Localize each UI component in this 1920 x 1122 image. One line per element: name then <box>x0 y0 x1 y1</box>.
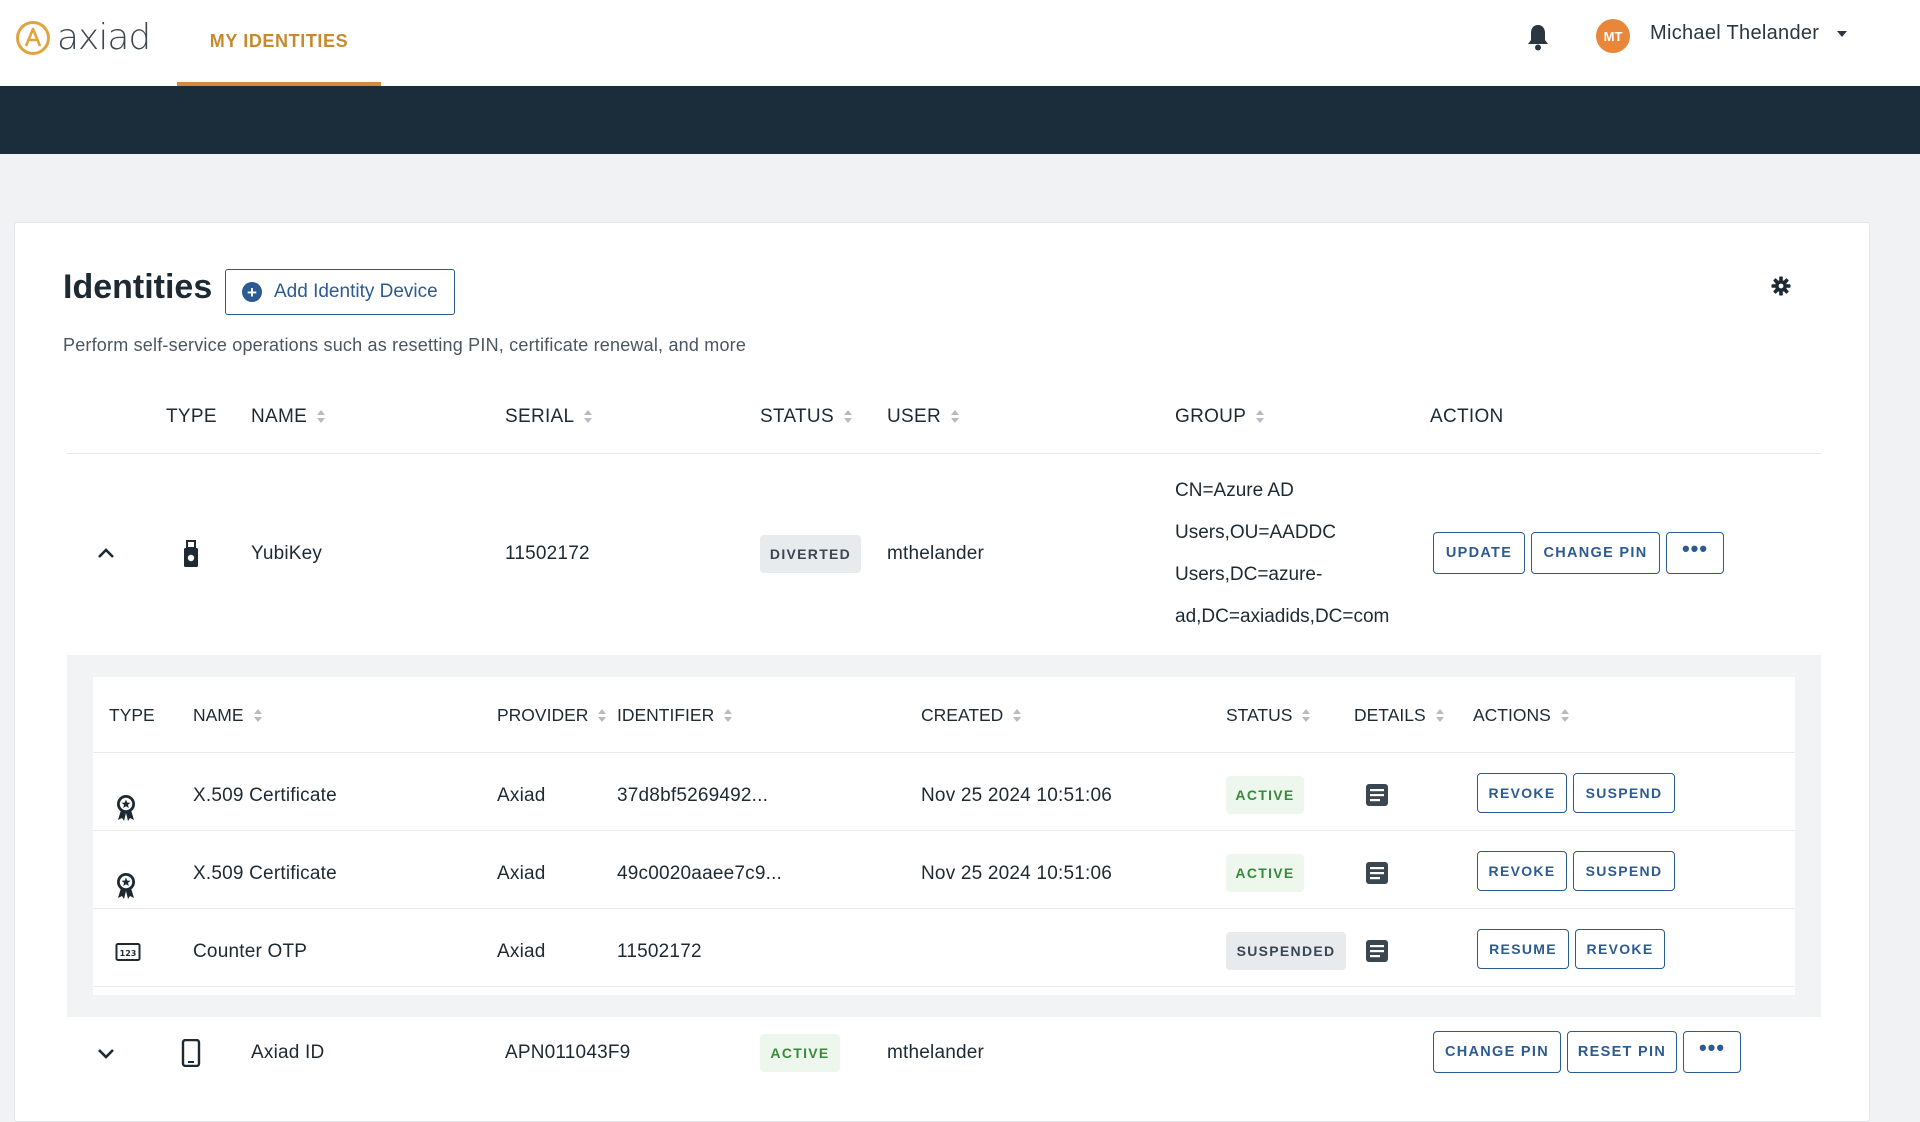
identity-user: mthelander <box>887 1042 985 1063</box>
sort-icon[interactable] <box>253 708 262 723</box>
axiad-logo-icon <box>16 21 50 55</box>
more-actions-button[interactable]: ••• <box>1666 532 1724 574</box>
identity-group: CN=Azure AD Users,OU=AADDC Users,DC=azur… <box>1175 480 1390 627</box>
status-badge: ACTIVE <box>1226 854 1304 892</box>
logo-text: axiad <box>57 17 151 58</box>
column-header-action: ACTION <box>1430 406 1504 427</box>
cred-header-details[interactable]: DETAILS <box>1354 705 1444 726</box>
sort-icon[interactable] <box>1435 708 1444 723</box>
status-badge: DIVERTED <box>760 535 861 573</box>
counter-otp-icon: 123 <box>115 943 141 961</box>
change-pin-button[interactable]: CHANGE PIN <box>1531 532 1660 574</box>
status-badge: ACTIVE <box>1226 776 1304 814</box>
sort-icon[interactable] <box>1560 708 1569 723</box>
cred-header-actions[interactable]: ACTIONS <box>1473 705 1569 726</box>
certificate-icon <box>117 873 135 899</box>
sort-icon[interactable] <box>598 708 607 723</box>
identity-serial: APN011043F9 <box>505 1042 631 1063</box>
mobile-phone-icon <box>181 1039 201 1067</box>
sort-icon[interactable] <box>1302 708 1311 723</box>
identity-name: Axiad ID <box>251 1042 325 1063</box>
credentials-table: TYPE NAME PROVIDER IDENTIFIER CREATED ST… <box>93 677 1795 995</box>
certificate-icon <box>117 795 135 821</box>
status-badge: ACTIVE <box>760 1034 840 1072</box>
sort-icon[interactable] <box>1013 708 1022 723</box>
sort-icon[interactable] <box>317 410 326 424</box>
more-actions-button[interactable]: ••• <box>1683 1031 1741 1073</box>
identities-card: Identities + Add Identity Device Perform… <box>14 222 1870 1122</box>
sort-icon[interactable] <box>1256 410 1265 424</box>
credential-created: Nov 25 2024 10:51:06 <box>921 785 1112 806</box>
revoke-button[interactable]: REVOKE <box>1477 773 1567 813</box>
chevron-down-icon[interactable] <box>1837 31 1847 37</box>
column-header-type: TYPE <box>166 406 217 427</box>
tab-my-identities[interactable]: MY IDENTITIES <box>177 0 381 86</box>
expanded-credentials-panel: TYPE NAME PROVIDER IDENTIFIER CREATED ST… <box>67 655 1821 1017</box>
divider <box>93 830 1795 831</box>
column-header-serial[interactable]: SERIAL <box>505 406 593 428</box>
logo[interactable]: axiad <box>15 17 151 58</box>
usb-key-icon <box>184 540 198 567</box>
gear-icon[interactable] <box>1771 276 1791 296</box>
header-banner <box>0 86 1920 154</box>
cred-header-type: TYPE <box>109 705 155 725</box>
change-pin-button[interactable]: CHANGE PIN <box>1433 1031 1561 1073</box>
details-icon[interactable] <box>1365 939 1389 963</box>
column-header-group[interactable]: GROUP <box>1175 406 1265 428</box>
top-navigation: axiad MY IDENTITIES MT Michael Thelander <box>0 0 1920 86</box>
revoke-button[interactable]: REVOKE <box>1477 851 1567 891</box>
user-menu-name[interactable]: Michael Thelander <box>1650 22 1819 45</box>
cred-header-provider[interactable]: PROVIDER <box>497 705 607 726</box>
cred-header-name[interactable]: NAME <box>193 705 262 726</box>
details-icon[interactable] <box>1365 783 1389 807</box>
notification-bell-icon[interactable] <box>1524 22 1552 52</box>
credential-name: Counter OTP <box>193 941 308 962</box>
credential-provider: Axiad <box>497 785 546 806</box>
add-identity-device-button[interactable]: + Add Identity Device <box>225 269 455 315</box>
credential-provider: Axiad <box>497 941 546 962</box>
column-header-user[interactable]: USER <box>887 406 959 428</box>
divider <box>93 752 1795 753</box>
identity-user: mthelander <box>887 543 985 564</box>
chevron-up-icon[interactable] <box>97 547 115 559</box>
credential-created: Nov 25 2024 10:51:06 <box>921 863 1112 884</box>
details-icon[interactable] <box>1365 861 1389 885</box>
sort-icon[interactable] <box>951 410 959 424</box>
update-button[interactable]: UPDATE <box>1433 532 1525 574</box>
chevron-down-icon[interactable] <box>97 1047 115 1059</box>
credential-name: X.509 Certificate <box>193 863 337 884</box>
sort-icon[interactable] <box>843 410 852 424</box>
status-badge: SUSPENDED <box>1226 932 1346 970</box>
divider <box>67 453 1821 454</box>
add-identity-device-label: Add Identity Device <box>274 281 438 302</box>
credential-provider: Axiad <box>497 863 546 884</box>
avatar[interactable]: MT <box>1596 19 1630 53</box>
reset-pin-button[interactable]: RESET PIN <box>1567 1031 1677 1073</box>
divider <box>93 986 1795 987</box>
revoke-button[interactable]: REVOKE <box>1575 929 1665 969</box>
credential-identifier: 37d8bf5269492... <box>617 785 769 806</box>
plus-circle-icon: + <box>242 282 262 302</box>
credential-name: X.509 Certificate <box>193 785 337 806</box>
sort-icon[interactable] <box>724 708 733 723</box>
divider <box>93 908 1795 909</box>
column-header-name[interactable]: NAME <box>251 406 326 428</box>
cred-header-status[interactable]: STATUS <box>1226 705 1311 726</box>
identity-name: YubiKey <box>251 543 323 564</box>
svg-text:123: 123 <box>120 949 137 958</box>
resume-button[interactable]: RESUME <box>1477 929 1569 969</box>
sort-icon[interactable] <box>584 410 593 424</box>
credential-identifier: 11502172 <box>617 941 702 962</box>
cred-header-identifier[interactable]: IDENTIFIER <box>617 705 733 726</box>
identity-serial: 11502172 <box>505 543 590 564</box>
page-subtitle: Perform self-service operations such as … <box>63 335 747 355</box>
suspend-button[interactable]: SUSPEND <box>1573 773 1675 813</box>
suspend-button[interactable]: SUSPEND <box>1573 851 1675 891</box>
page-title: Identities <box>63 268 213 306</box>
credential-identifier: 49c0020aaee7c9... <box>617 863 783 884</box>
cred-header-created[interactable]: CREATED <box>921 705 1022 726</box>
column-header-status[interactable]: STATUS <box>760 406 852 428</box>
